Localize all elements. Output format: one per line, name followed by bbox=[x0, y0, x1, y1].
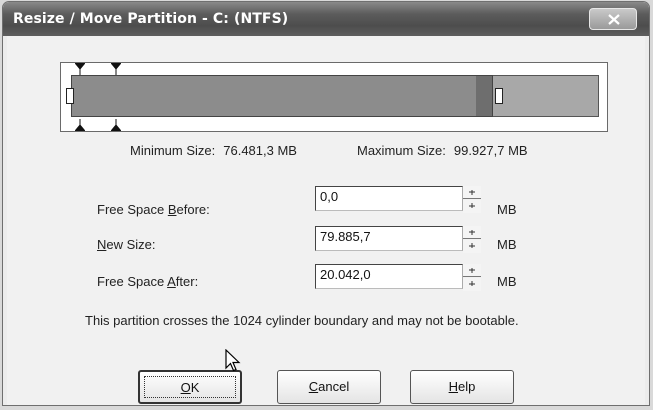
free-space-before-spinner bbox=[463, 186, 481, 213]
left-boundary-marker-top-icon bbox=[75, 63, 85, 75]
new-size-spin-up[interactable] bbox=[463, 226, 481, 239]
title-bar[interactable]: Resize / Move Partition - C: (NTFS) bbox=[3, 2, 649, 36]
free-space-after-spinner bbox=[463, 264, 481, 291]
spin-down-arrow-icon bbox=[469, 243, 475, 248]
dialog-title: Resize / Move Partition - C: (NTFS) bbox=[13, 11, 289, 27]
help-button[interactable]: Help bbox=[410, 370, 514, 404]
minimum-size-value: 76.481,3 MB bbox=[223, 143, 297, 158]
partition-used-area[interactable] bbox=[71, 75, 493, 117]
free-space-after-spin-down[interactable] bbox=[463, 278, 481, 291]
move-marker-bottom-icon bbox=[111, 119, 121, 131]
spin-down-arrow-icon bbox=[469, 203, 475, 208]
maximum-size-value: 99.927,7 MB bbox=[453, 143, 528, 158]
partition-graphic bbox=[60, 62, 608, 132]
new-size-spinner bbox=[463, 226, 481, 253]
free-space-before-spin-down[interactable] bbox=[463, 200, 481, 213]
spin-up-arrow-icon bbox=[469, 230, 475, 235]
ok-focus-rect bbox=[144, 376, 236, 398]
spin-down-arrow-icon bbox=[469, 281, 475, 286]
cancel-button[interactable]: Cancel bbox=[277, 370, 381, 404]
close-x-icon bbox=[608, 14, 620, 25]
new-size-input[interactable]: 79.885,7 bbox=[315, 226, 463, 251]
ok-button[interactable]: OK bbox=[138, 370, 242, 404]
new-size-spin-down[interactable] bbox=[463, 240, 481, 253]
free-space-before-spin-up[interactable] bbox=[463, 186, 481, 199]
mouse-pointer-icon bbox=[225, 349, 241, 372]
boundary-warning-text: This partition crosses the 1024 cylinder… bbox=[85, 313, 519, 328]
partition-used-edge bbox=[476, 76, 492, 116]
minimum-size-label: Minimum Size: bbox=[130, 143, 216, 158]
free-space-before-input[interactable]: 0,0 bbox=[315, 186, 463, 211]
free-space-before-label: Free Space Before: bbox=[97, 202, 210, 217]
close-button[interactable] bbox=[589, 8, 637, 30]
free-space-after-spin-up[interactable] bbox=[463, 264, 481, 277]
dialog-body: Minimum Size: 76.481,3 MB Maximum Size: 99… bbox=[7, 36, 645, 405]
spin-up-arrow-icon bbox=[469, 190, 475, 195]
minimum-size: Minimum Size: 76.481,3 MB bbox=[130, 143, 297, 158]
maximum-size-label: Maximum Size: bbox=[357, 143, 446, 158]
left-boundary-marker-bottom-icon bbox=[75, 119, 85, 131]
new-size-label: New Size: bbox=[97, 237, 156, 252]
new-size-unit: MB bbox=[497, 237, 517, 252]
spin-up-arrow-icon bbox=[469, 268, 475, 273]
free-space-after-unit: MB bbox=[497, 274, 517, 289]
resize-handle-left[interactable] bbox=[66, 88, 74, 104]
maximum-size: Maximum Size: 99.927,7 MB bbox=[357, 143, 528, 158]
free-space-before-unit: MB bbox=[497, 202, 517, 217]
move-marker-top-icon bbox=[111, 63, 121, 75]
resize-handle-right[interactable] bbox=[495, 88, 503, 104]
resize-move-partition-dialog: Resize / Move Partition - C: (NTFS) Mini… bbox=[2, 1, 650, 406]
free-space-after-label: Free Space After: bbox=[97, 274, 199, 289]
free-space-after-input[interactable]: 20.042,0 bbox=[315, 264, 463, 289]
